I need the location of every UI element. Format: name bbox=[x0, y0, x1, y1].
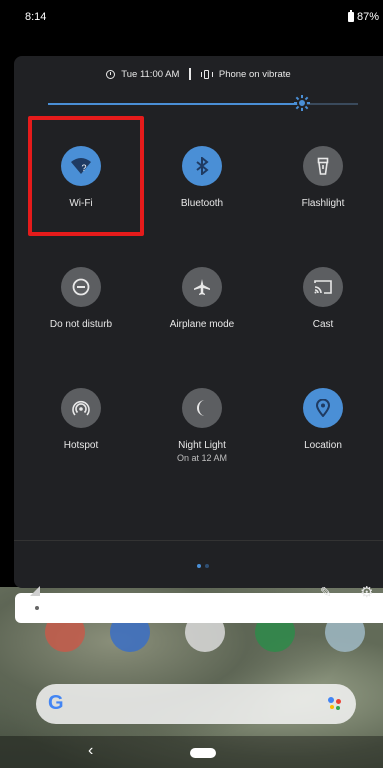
tile-label: Location bbox=[304, 440, 342, 451]
airplane-icon[interactable] bbox=[182, 267, 222, 307]
assistant-icon[interactable] bbox=[328, 697, 342, 711]
bluetooth-icon[interactable] bbox=[182, 146, 222, 186]
hotspot-icon[interactable] bbox=[61, 388, 101, 428]
tile-hotspot[interactable]: Hotspot bbox=[21, 388, 141, 451]
do-not-disturb-icon[interactable] bbox=[61, 267, 101, 307]
tile-location[interactable]: Location bbox=[263, 388, 383, 451]
tile-label: Cast bbox=[312, 319, 334, 330]
tile-flashlight[interactable]: Flashlight bbox=[263, 146, 383, 209]
brightness-thumb-icon[interactable] bbox=[294, 95, 311, 111]
signal-strength-icon bbox=[30, 586, 40, 596]
page-indicator bbox=[197, 564, 209, 568]
flashlight-icon[interactable] bbox=[303, 146, 343, 186]
home-button[interactable] bbox=[190, 748, 216, 758]
cast-icon[interactable] bbox=[303, 267, 343, 307]
tile-label: Do not disturb bbox=[49, 319, 113, 330]
notification-dot-icon bbox=[35, 606, 39, 610]
edit-pencil-icon[interactable]: ✎ bbox=[320, 584, 332, 601]
ringer-mode[interactable]: Phone on vibrate bbox=[219, 69, 291, 80]
quick-settings-header: Tue 11:00 AM Phone on vibrate bbox=[14, 67, 383, 81]
moon-icon[interactable] bbox=[182, 388, 222, 428]
tile-label: Airplane mode bbox=[169, 319, 235, 330]
battery-indicator: 87% bbox=[347, 10, 379, 23]
battery-percent: 87% bbox=[356, 11, 379, 23]
tile-sublabel: On at 12 AM bbox=[176, 453, 228, 463]
vibrate-icon bbox=[200, 69, 213, 79]
battery-icon bbox=[347, 10, 354, 22]
tile-label: Hotspot bbox=[63, 440, 99, 451]
tile-label: Flashlight bbox=[301, 198, 345, 209]
brightness-fill bbox=[48, 103, 303, 105]
tile-do-not-disturb[interactable]: Do not disturb bbox=[21, 267, 141, 330]
google-logo-icon: G bbox=[48, 692, 64, 714]
tile-label: Night Light bbox=[178, 440, 226, 451]
tile-night-light[interactable]: Night Light On at 12 AM bbox=[142, 388, 262, 463]
header-divider bbox=[189, 68, 191, 80]
tile-airplane-mode[interactable]: Airplane mode bbox=[142, 267, 262, 330]
page-dot bbox=[205, 564, 209, 568]
tile-label: Bluetooth bbox=[180, 198, 224, 209]
footer-divider bbox=[14, 540, 383, 541]
next-alarm[interactable]: Tue 11:00 AM bbox=[121, 69, 179, 80]
navigation-bar: ‹ bbox=[0, 736, 383, 768]
page-dot-active bbox=[197, 564, 201, 568]
alarm-clock-icon bbox=[106, 69, 116, 79]
location-pin-icon[interactable] bbox=[303, 388, 343, 428]
tile-bluetooth[interactable]: Bluetooth bbox=[142, 146, 262, 209]
settings-gear-icon[interactable]: ⚙ bbox=[360, 583, 373, 601]
brightness-slider[interactable] bbox=[48, 95, 358, 111]
google-search-bar[interactable]: G bbox=[36, 684, 356, 724]
status-time: 8:14 bbox=[25, 11, 47, 23]
tile-cast[interactable]: Cast bbox=[263, 267, 383, 330]
status-bar: 8:14 87% bbox=[0, 0, 383, 34]
annotation-highlight-box bbox=[28, 116, 144, 236]
back-button[interactable]: ‹ bbox=[88, 742, 93, 760]
